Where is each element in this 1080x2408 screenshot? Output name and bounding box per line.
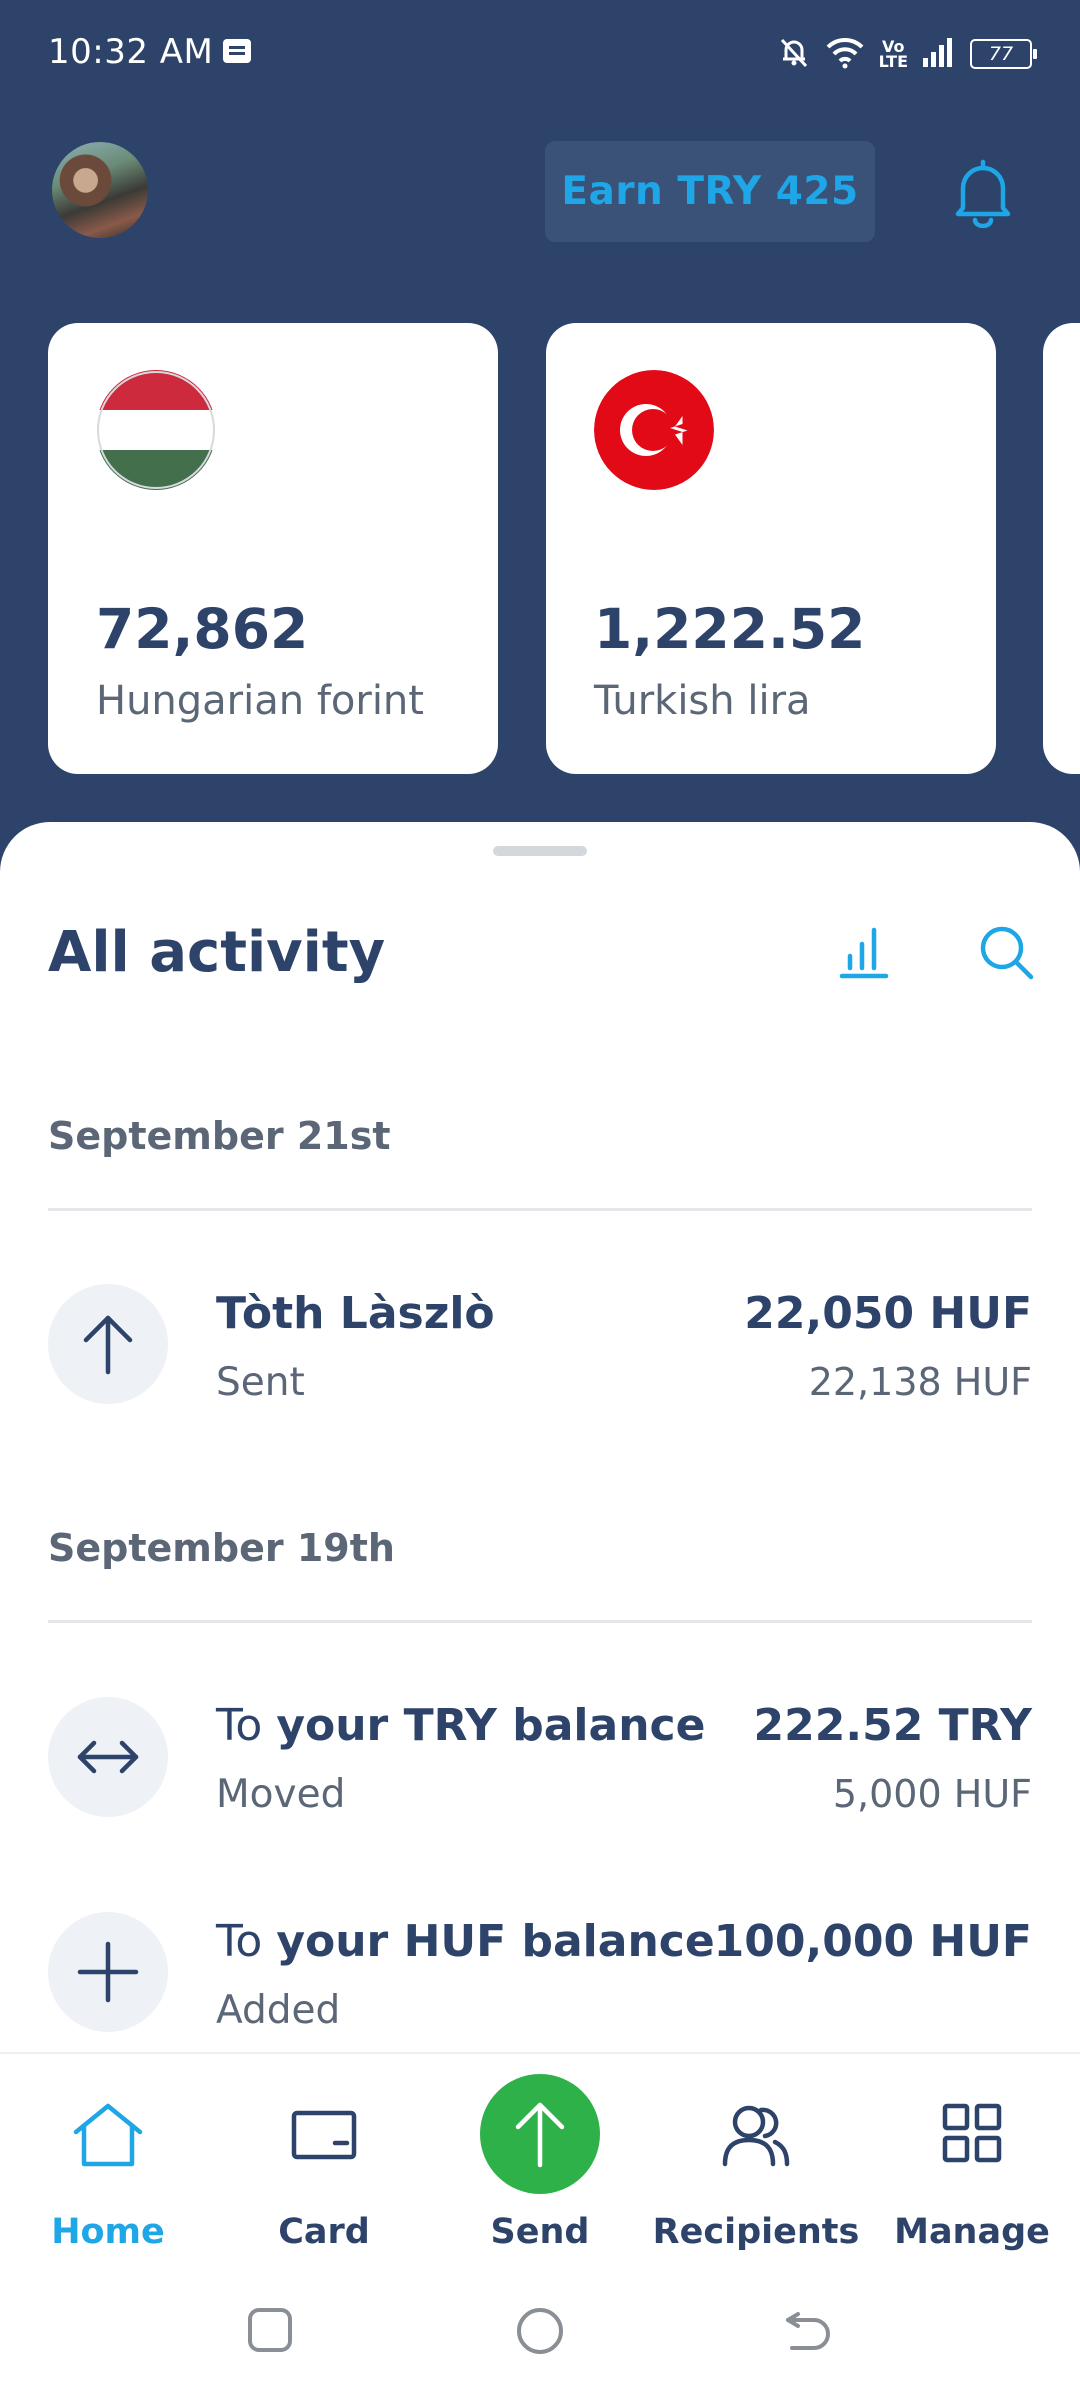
- divider: [48, 1620, 1032, 1623]
- nav-label: Send: [490, 2212, 590, 2252]
- earn-referral-button[interactable]: Earn TRY 425: [545, 141, 875, 242]
- nav-recipients[interactable]: Recipients: [648, 2054, 864, 2254]
- sheet-handle[interactable]: [493, 846, 587, 856]
- search-icon[interactable]: [978, 924, 1036, 986]
- card-icon: [291, 2102, 357, 2164]
- transaction-title: To your HUF balance: [216, 1916, 715, 1967]
- activity-title: All activity: [48, 920, 386, 985]
- volte-indicator: Vo LTE: [878, 39, 908, 71]
- transaction-title: Tòth Làszlò: [216, 1288, 495, 1339]
- battery-icon: 77: [970, 39, 1037, 69]
- status-icons: Vo LTE 77: [777, 32, 1037, 76]
- nav-home[interactable]: Home: [0, 2054, 216, 2254]
- balance-currency: Hungarian forint: [96, 678, 424, 724]
- date-header: September 19th: [48, 1526, 395, 1570]
- swap-icon: [48, 1697, 168, 1817]
- plus-icon: [48, 1912, 168, 2032]
- home-icon: [70, 2102, 146, 2172]
- hungary-flag: [96, 370, 216, 490]
- transaction-title: To your TRY balance: [216, 1700, 705, 1751]
- transaction-status: Sent: [216, 1360, 305, 1405]
- transaction-title-name: your TRY balance: [276, 1700, 706, 1751]
- nav-label: Recipients: [652, 2212, 860, 2252]
- back-icon[interactable]: [784, 2306, 834, 2358]
- transaction-amount: 222.52 TRY: [753, 1700, 1032, 1751]
- balance-currency: Turkish lira: [594, 678, 811, 724]
- signal-icon: [922, 36, 956, 72]
- send-arrow-icon: [480, 2074, 600, 2194]
- transaction-status: Added: [216, 1988, 341, 2033]
- balance-amount: 1,222.52: [594, 597, 866, 661]
- mute-icon: [777, 35, 811, 73]
- app-screen: 10:32 AM Vo LTE 77 Earn TRY 425 72,862 H…: [0, 0, 1080, 2408]
- home-circle-icon[interactable]: [515, 2306, 565, 2360]
- status-time: 10:32 AM: [48, 32, 214, 72]
- divider: [48, 1208, 1032, 1211]
- transaction-amount-secondary: 22,138 HUF: [808, 1360, 1032, 1404]
- bell-icon[interactable]: [950, 158, 1016, 232]
- transaction-amount-secondary: 5,000 HUF: [832, 1772, 1032, 1816]
- balance-card-try[interactable]: 1,222.52 Turkish lira: [546, 323, 996, 774]
- arrow-up-icon: [48, 1284, 168, 1404]
- nav-label: Manage: [894, 2212, 1050, 2252]
- nav-label: Home: [51, 2212, 165, 2252]
- recipients-icon: [721, 2102, 791, 2172]
- message-icon: [222, 38, 252, 70]
- transaction-amount: 22,050 HUF: [744, 1288, 1032, 1339]
- transaction-title-name: your HUF balance: [276, 1916, 715, 1967]
- activity-sheet: All activity September 21st Tòth Làszlò …: [0, 822, 1080, 2052]
- transaction-status: Moved: [216, 1772, 346, 1817]
- nav-card[interactable]: Card: [216, 2054, 432, 2254]
- balance-card-next[interactable]: [1043, 323, 1080, 774]
- date-header: September 21st: [48, 1114, 391, 1158]
- volte-bottom: LTE: [878, 52, 908, 71]
- balance-amount: 72,862: [96, 597, 309, 661]
- nav-label: Card: [278, 2212, 370, 2252]
- transaction-amount: 100,000 HUF: [713, 1916, 1032, 1967]
- status-bar: 10:32 AM Vo LTE 77: [0, 0, 1080, 110]
- nav-send[interactable]: Send: [432, 2054, 648, 2254]
- bottom-nav: Home Card Send Recipients Manage: [0, 2052, 1080, 2252]
- nav-manage[interactable]: Manage: [864, 2054, 1080, 2254]
- balance-card-huf[interactable]: 72,862 Hungarian forint: [48, 323, 498, 774]
- transaction-title-prefix: To: [216, 1700, 277, 1751]
- turkey-flag: [594, 370, 714, 490]
- transaction-title-name: Tòth Làszlò: [216, 1288, 495, 1339]
- recents-icon[interactable]: [246, 2306, 294, 2358]
- system-nav-bar: [0, 2252, 1080, 2408]
- transaction-title-prefix: To: [216, 1916, 277, 1967]
- battery-level: 77: [988, 43, 1014, 65]
- grid-icon: [941, 2102, 1003, 2168]
- avatar[interactable]: [52, 142, 148, 238]
- bar-chart-icon[interactable]: [838, 924, 890, 984]
- wifi-icon: [825, 35, 865, 73]
